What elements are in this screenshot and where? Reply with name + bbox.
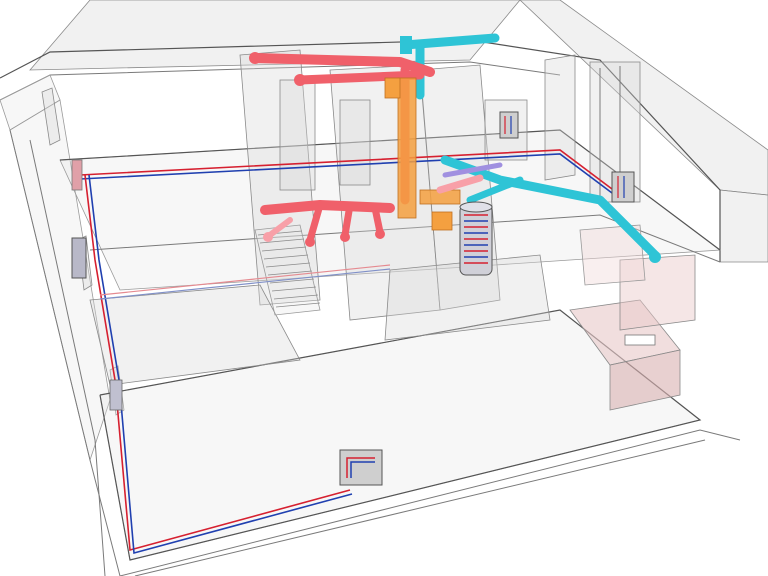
radiator-left-upper <box>71 159 83 191</box>
supply-vent-4 <box>340 232 350 242</box>
upper-door-mid <box>339 99 371 186</box>
radiator-icon <box>109 379 123 411</box>
exhaust-vent-kitchen <box>649 251 661 263</box>
radiator-left-wall <box>71 237 87 279</box>
radiator-upper-right <box>611 171 635 203</box>
supply-branch-3 <box>371 204 384 236</box>
radiator-left-lower <box>109 379 123 411</box>
water-tank-top <box>459 201 493 213</box>
kitchen-sink <box>624 334 656 346</box>
gable-wall <box>719 189 768 263</box>
radiator-icon <box>499 111 519 139</box>
hru-core <box>431 211 453 231</box>
radiator-icon <box>71 159 83 191</box>
radiator-icon <box>611 171 635 203</box>
water-tank-icon <box>459 201 493 276</box>
supply-branch-2 <box>341 201 354 239</box>
exhaust-roof-cap <box>400 36 412 54</box>
house-cutaway-diagram <box>0 0 768 576</box>
supply-vent-2 <box>294 74 306 86</box>
radiator-upper-mid <box>499 111 519 139</box>
hru-main-column <box>397 77 417 219</box>
hru-top-box <box>384 77 401 99</box>
supply-duct-ground <box>260 200 395 215</box>
supply-vent-3 <box>305 237 315 247</box>
isometric-house-scene <box>0 0 768 576</box>
supply-vent-1 <box>249 52 261 64</box>
radiator-icon <box>339 449 383 486</box>
supply-vent-6 <box>263 232 273 242</box>
upper-door-left <box>279 79 316 191</box>
supply-vent-5 <box>375 229 385 239</box>
radiator-icon <box>71 237 87 279</box>
